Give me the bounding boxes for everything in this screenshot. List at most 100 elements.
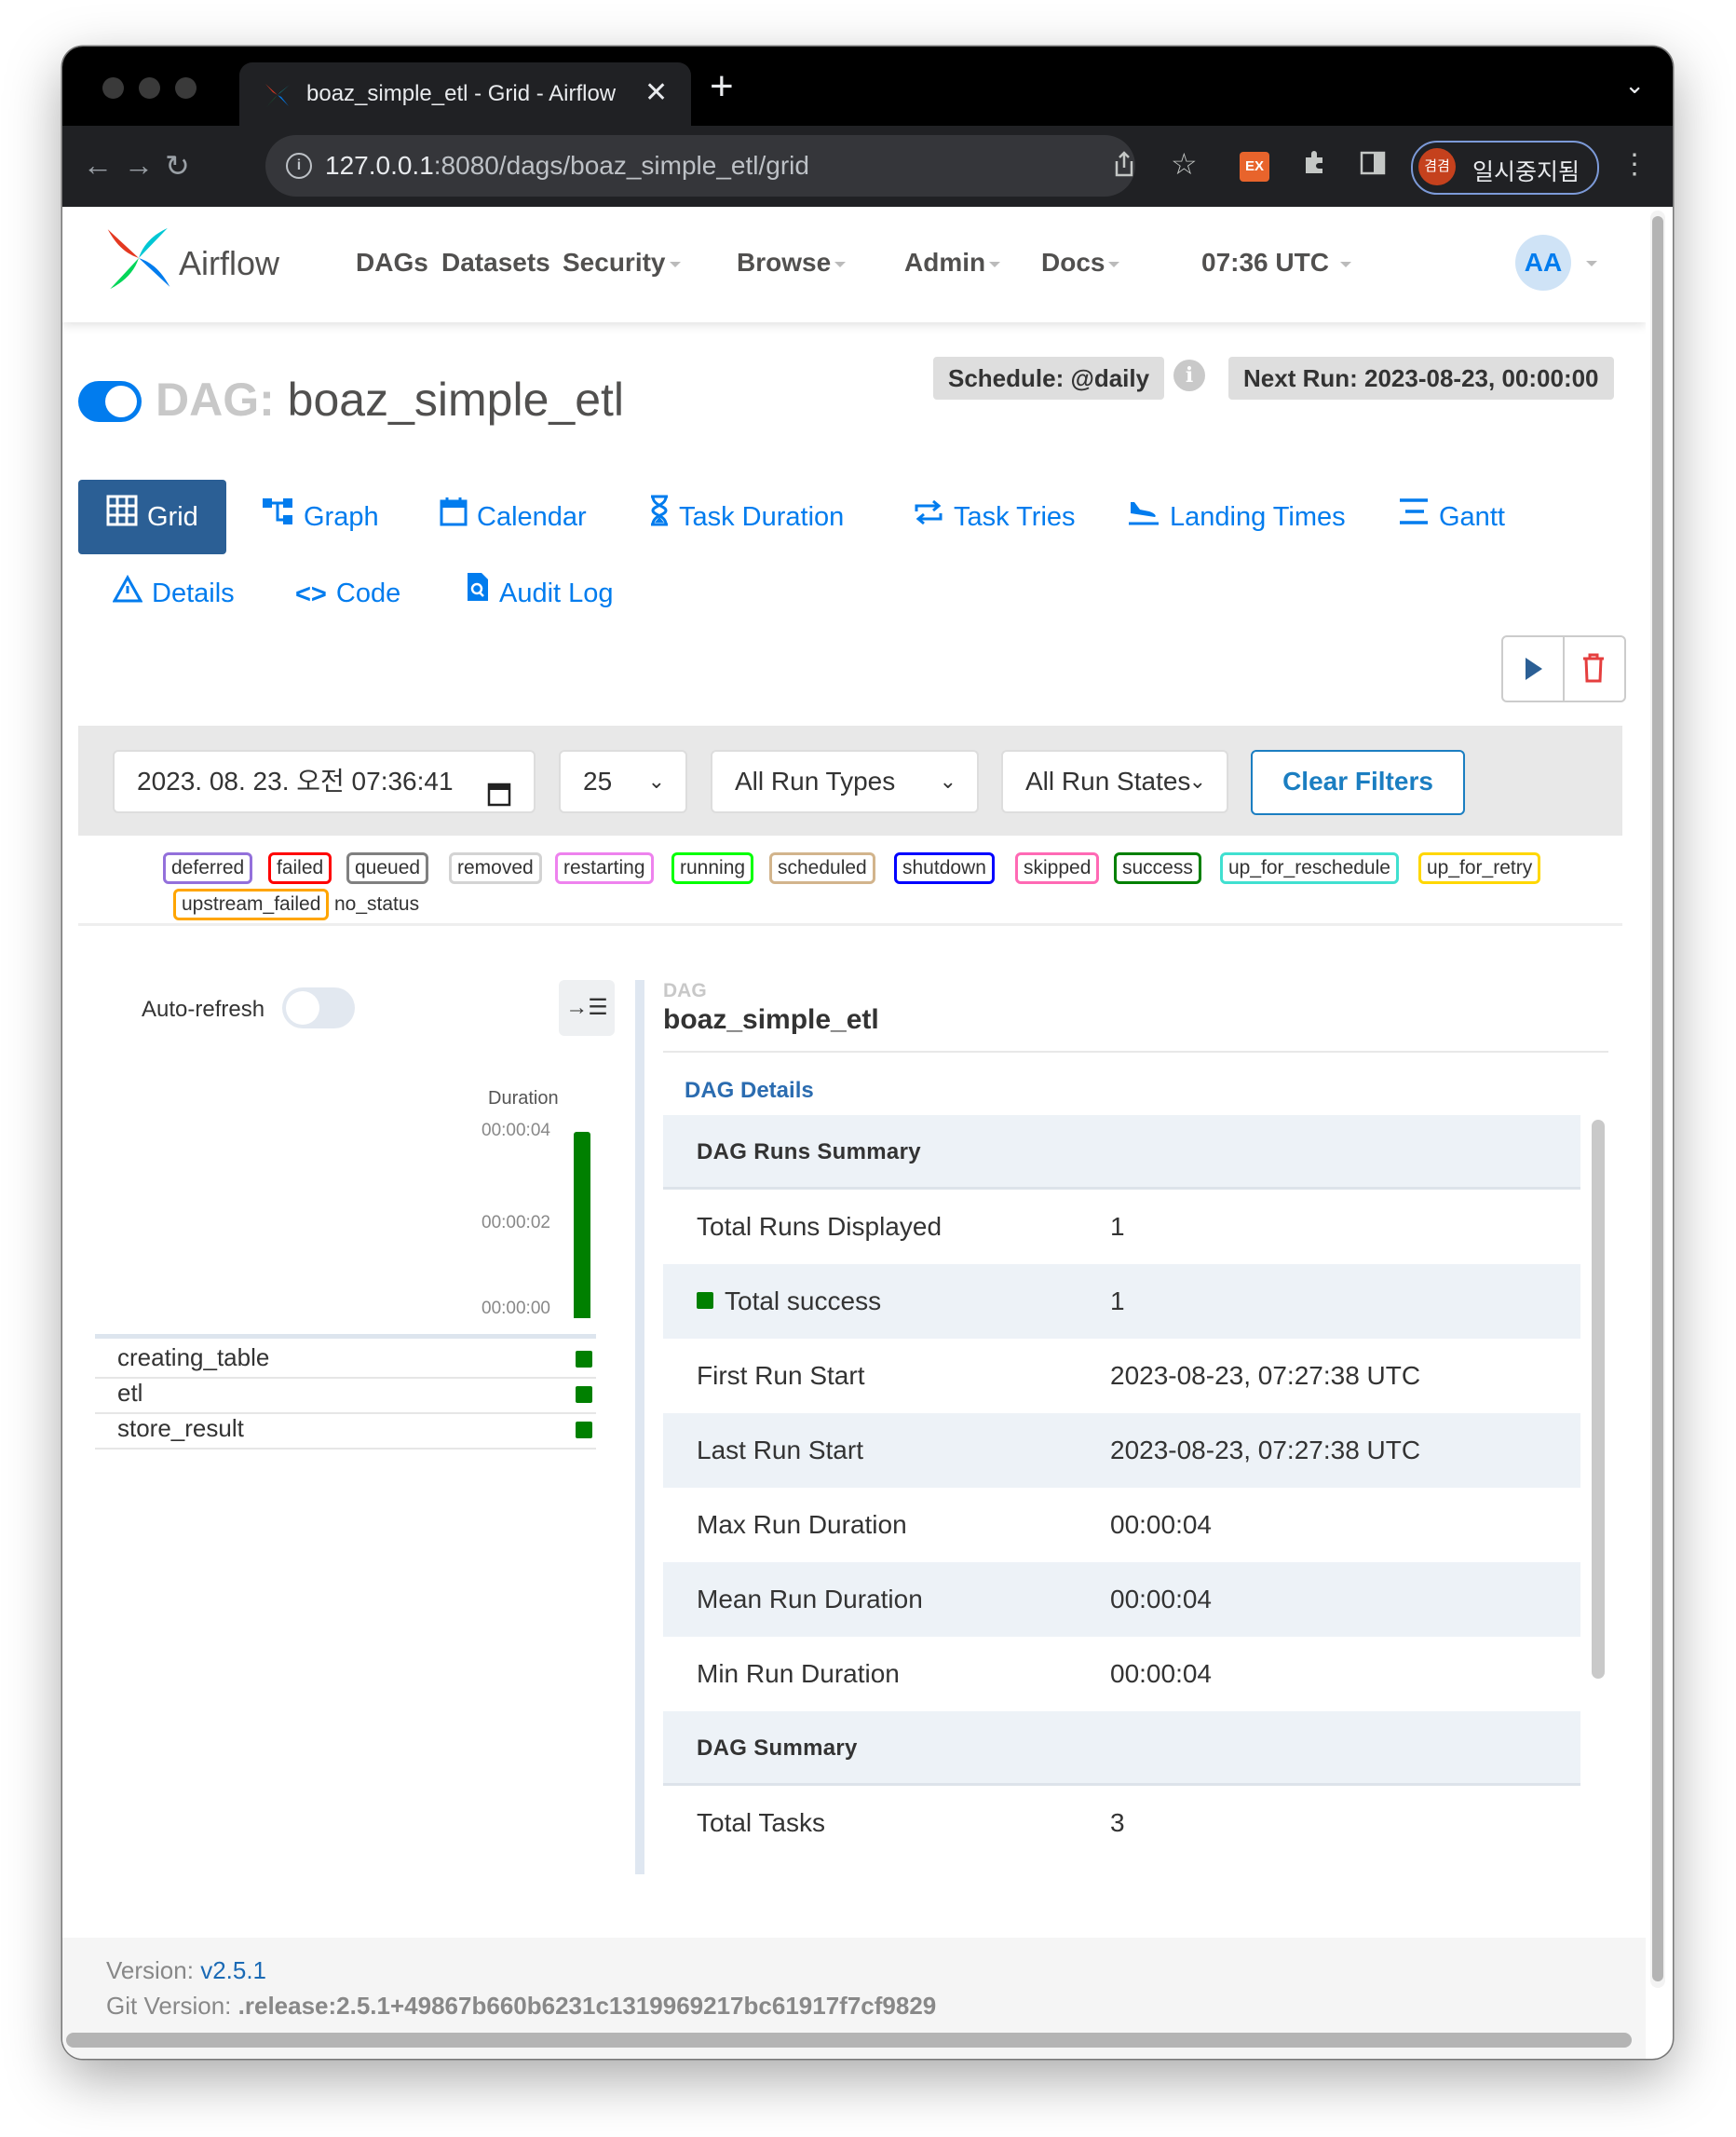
graph-icon: [261, 481, 294, 555]
nav-docs[interactable]: Docs: [1041, 248, 1120, 278]
new-tab-button[interactable]: +: [710, 63, 734, 110]
table-row: Total Runs Displayed 1: [697, 1212, 1125, 1241]
tab-grid[interactable]: Grid: [78, 480, 226, 554]
details-scrollbar[interactable]: [1592, 1120, 1605, 1679]
next-run-badge: Next Run: 2023-08-23, 00:00:00: [1228, 357, 1614, 400]
scroll-thumb[interactable]: [1652, 216, 1663, 1981]
tab-code[interactable]: <> Code: [295, 556, 400, 631]
bookmark-star-icon[interactable]: ☆: [1171, 146, 1198, 182]
horizontal-scrollbar[interactable]: [66, 2033, 1632, 2048]
schedule-info-icon[interactable]: i: [1173, 360, 1205, 391]
legend-up-for-reschedule[interactable]: up_for_reschedule: [1220, 852, 1399, 884]
caret-down-icon: [834, 261, 847, 267]
address-bar[interactable]: i 127.0.0.1:8080/dags/boaz_simple_etl/gr…: [265, 135, 1135, 197]
legend-upstream-failed[interactable]: upstream_failed: [173, 889, 330, 920]
task-row[interactable]: store_result: [95, 1412, 596, 1450]
legend-scheduled[interactable]: scheduled: [769, 852, 875, 884]
legend-restarting[interactable]: restarting: [555, 852, 654, 884]
browser-tab-active[interactable]: boaz_simple_etl - Grid - Airflow ✕: [239, 62, 691, 126]
task-name[interactable]: store_result: [117, 1414, 244, 1443]
legend-success[interactable]: success: [1114, 852, 1201, 884]
minimize-window-button[interactable]: [139, 77, 160, 99]
legend-running[interactable]: running: [671, 852, 754, 884]
task-row[interactable]: creating_table: [95, 1341, 596, 1379]
clock-dropdown[interactable]: 07:36 UTC: [1201, 248, 1351, 278]
close-window-button[interactable]: [102, 77, 124, 99]
dag-details-link[interactable]: DAG Details: [685, 1078, 814, 1104]
toggle-knob: [105, 386, 137, 417]
caret-down-icon: [989, 261, 1001, 267]
tab-graph[interactable]: Graph: [261, 480, 379, 554]
tab-task-duration[interactable]: Task Duration: [649, 480, 844, 554]
airflow-logo-icon[interactable]: [104, 224, 173, 297]
clear-filters-button[interactable]: Clear Filters: [1251, 750, 1465, 815]
forward-arrow-icon[interactable]: →: [124, 148, 154, 183]
button-divider: [1563, 637, 1565, 701]
profile-chip[interactable]: 겸겸 일시중지됨: [1411, 141, 1599, 195]
nav-datasets[interactable]: Datasets: [441, 248, 550, 278]
legend-removed[interactable]: removed: [449, 852, 542, 884]
extension-ex-icon[interactable]: EX: [1240, 152, 1269, 182]
num-runs-select[interactable]: 25 ⌄: [559, 750, 687, 813]
user-caret-icon[interactable]: [1586, 261, 1597, 266]
close-tab-icon[interactable]: ✕: [644, 76, 668, 109]
run-state-select[interactable]: All Run States ⌄: [1001, 750, 1228, 813]
legend-shutdown[interactable]: shutdown: [894, 852, 995, 884]
gantt-icon: [1398, 481, 1430, 555]
legend-up-for-retry[interactable]: up_for_retry: [1418, 852, 1541, 884]
vertical-scrollbar[interactable]: [1650, 211, 1665, 1988]
tab-gantt[interactable]: Gantt: [1398, 480, 1505, 554]
panel-resize-divider[interactable]: [635, 980, 644, 1874]
nav-security[interactable]: Security: [563, 248, 681, 278]
git-version-text: Git Version: .release:2.5.1+49867b660b62…: [106, 1992, 937, 2020]
share-icon[interactable]: [1113, 150, 1135, 183]
tab-search-chevron-icon[interactable]: ⌄: [1624, 71, 1645, 100]
legend-queued[interactable]: queued: [346, 852, 429, 884]
run-type-select[interactable]: All Run Types ⌄: [711, 750, 979, 813]
legend-failed[interactable]: failed: [268, 852, 332, 884]
version-link[interactable]: v2.5.1: [200, 1956, 266, 1984]
url-text[interactable]: 127.0.0.1:8080/dags/boaz_simple_etl/grid: [325, 151, 809, 181]
collapse-details-button[interactable]: →☰: [559, 980, 615, 1036]
task-instance-status[interactable]: [576, 1422, 592, 1438]
user-avatar[interactable]: AA: [1515, 235, 1571, 291]
maximize-window-button[interactable]: [175, 77, 197, 99]
legend-deferred[interactable]: deferred: [163, 852, 253, 884]
legend-skipped[interactable]: skipped: [1015, 852, 1100, 884]
back-arrow-icon[interactable]: ←: [83, 148, 113, 183]
nav-dags[interactable]: DAGs: [356, 248, 428, 278]
auto-refresh-switch[interactable]: [282, 987, 355, 1028]
brand-name[interactable]: Airflow: [179, 244, 279, 283]
legend-no-status[interactable]: no_status: [326, 889, 427, 920]
nav-admin[interactable]: Admin: [904, 248, 1001, 278]
task-instance-status[interactable]: [576, 1351, 592, 1368]
tab-audit-log[interactable]: Audit Log: [466, 556, 614, 631]
filter-bar: 2023. 08. 23. 오전 07:36:41 25 ⌄ All Run Ty…: [78, 726, 1622, 836]
delete-trash-icon[interactable]: [1581, 652, 1606, 688]
base-date-input[interactable]: 2023. 08. 23. 오전 07:36:41: [113, 750, 536, 813]
task-instance-status[interactable]: [576, 1386, 592, 1403]
side-panel-icon[interactable]: [1360, 150, 1386, 183]
tab-calendar[interactable]: Calendar: [440, 480, 587, 554]
tab-landing-times[interactable]: Landing Times: [1127, 480, 1346, 554]
browser-menu-icon[interactable]: ⋮: [1621, 148, 1648, 181]
duration-axis-label: Duration: [488, 1088, 559, 1109]
reload-icon[interactable]: ↻: [165, 148, 190, 184]
grid-icon: [106, 481, 138, 555]
task-row[interactable]: etl: [95, 1377, 596, 1414]
play-trigger-icon[interactable]: [1522, 655, 1546, 687]
dag-pause-toggle[interactable]: [78, 381, 142, 422]
table-section-header: DAG Summary: [663, 1711, 1580, 1786]
task-name[interactable]: etl: [117, 1379, 142, 1408]
tab-task-tries[interactable]: Task Tries: [913, 480, 1076, 554]
nav-browse[interactable]: Browse: [737, 248, 847, 278]
details-title[interactable]: boaz_simple_etl: [663, 1004, 879, 1036]
table-row: Max Run Duration 00:00:04: [697, 1510, 1212, 1539]
calendar-picker-icon[interactable]: [487, 769, 511, 828]
duration-tick: 00:00:02: [481, 1213, 550, 1232]
run-duration-bar[interactable]: [574, 1132, 590, 1318]
extensions-puzzle-icon[interactable]: [1301, 148, 1329, 183]
tab-details[interactable]: Details: [112, 556, 235, 631]
task-name[interactable]: creating_table: [117, 1343, 269, 1372]
site-info-icon[interactable]: i: [286, 153, 312, 179]
